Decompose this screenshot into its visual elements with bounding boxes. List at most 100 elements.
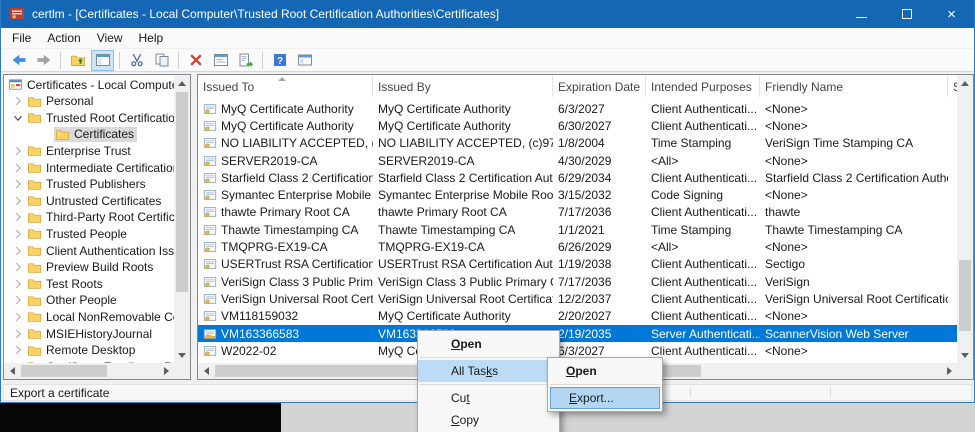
close-button[interactable]: × [929, 0, 974, 28]
menu-action[interactable]: Action [39, 28, 88, 48]
tree-item-client-authentication-issu[interactable]: Client Authentication Issu [4, 242, 190, 259]
scrollbar-thumb[interactable] [21, 365, 107, 377]
back-button[interactable] [7, 50, 30, 71]
scroll-right-arrow[interactable] [158, 363, 174, 379]
cut-button[interactable] [125, 50, 148, 71]
certificate-row-vm118159032[interactable]: VM118159032MyQ Certificate Authority2/20… [198, 308, 958, 325]
tree-item-msiehistoryjournal[interactable]: MSIEHistoryJournal [4, 325, 190, 342]
tree-item-personal[interactable]: Personal [4, 93, 190, 110]
tree-item-label: Personal [46, 94, 93, 108]
scroll-down-arrow[interactable] [174, 347, 190, 363]
menu-item-cut[interactable]: Cut [418, 387, 559, 409]
menu-item-open[interactable]: Open [548, 360, 662, 382]
tree-item-local-nonremovable-cert[interactable]: Local NonRemovable Cert [4, 308, 190, 325]
scroll-right-arrow[interactable] [941, 363, 957, 379]
minimize-button[interactable] [839, 0, 884, 28]
chevron-right-icon[interactable] [10, 292, 26, 308]
certificate-row-tmqprg-ex19-ca[interactable]: TMQPRG-EX19-CATMQPRG-EX19-CA6/26/2029<Al… [198, 238, 958, 255]
cell: Thawte Timestamping CA [198, 221, 373, 238]
menu-view[interactable]: View [89, 28, 131, 48]
certificate-row-thawte-timestamping-ca[interactable]: Thawte Timestamping CAThawte Timestampin… [198, 221, 958, 238]
up-one-level-button[interactable] [66, 50, 89, 71]
chevron-right-icon[interactable] [10, 259, 26, 275]
certificate-row-myq-certificate-authority[interactable]: MyQ Certificate AuthorityMyQ Certificate… [198, 117, 958, 134]
toolbar-separator [262, 52, 263, 69]
menu-item-open[interactable]: Open [418, 333, 559, 355]
tree-item-label: Trusted Publishers [46, 177, 146, 191]
menu-help[interactable]: Help [131, 28, 172, 48]
certificate-row-server2019-ca[interactable]: SERVER2019-CASERVER2019-CA4/30/2029<All>… [198, 152, 958, 169]
tree-item-certificates[interactable]: Certificates [4, 126, 190, 143]
certificate-row-myq-certificate-authority[interactable]: MyQ Certificate AuthorityMyQ Certificate… [198, 100, 958, 117]
tree-item-trusted-people[interactable]: Trusted People [4, 225, 190, 242]
scroll-left-arrow[interactable] [198, 363, 214, 379]
chevron-right-icon[interactable] [10, 143, 26, 159]
menu-item-label: All Tasks [451, 364, 498, 378]
console-tree-button[interactable] [91, 50, 114, 71]
certificate-row-verisign-class-3-public-primary-[interactable]: VeriSign Class 3 Public Primary ...VeriS… [198, 273, 958, 290]
scrollbar-thumb[interactable] [176, 92, 188, 292]
properties-button[interactable] [209, 50, 232, 71]
chevron-right-icon[interactable] [10, 193, 26, 209]
cell-text: Client Authenticati... [651, 102, 757, 116]
tree-horizontal-scrollbar[interactable] [4, 363, 174, 379]
list-vertical-scrollbar[interactable] [957, 75, 973, 363]
column-header-intended-purposes[interactable]: Intended Purposes [646, 75, 760, 97]
menu-item-export-[interactable]: Export... [550, 387, 660, 409]
copy-button[interactable] [150, 50, 173, 71]
tree-item-remote-desktop[interactable]: Remote Desktop [4, 342, 190, 359]
chevron-down-icon[interactable] [10, 110, 26, 126]
certificate-row-no-liability-accepted-c-97-[interactable]: NO LIABILITY ACCEPTED, (c)97 ...NO LIABI… [198, 135, 958, 152]
new-window-button[interactable] [293, 50, 316, 71]
tree-vertical-scrollbar[interactable] [174, 75, 190, 363]
maximize-button[interactable] [884, 0, 929, 28]
certificate-row-symantec-enterprise-mobile-ro-[interactable]: Symantec Enterprise Mobile Ro...Symantec… [198, 187, 958, 204]
chevron-right-icon[interactable] [10, 93, 26, 109]
help-button[interactable]: ? [268, 50, 291, 71]
chevron-right-icon[interactable] [10, 176, 26, 192]
scroll-up-arrow[interactable] [174, 75, 190, 91]
column-header-friendly-name[interactable]: Friendly Name [760, 75, 948, 97]
chevron-right-icon[interactable] [10, 342, 26, 358]
chevron-right-icon[interactable] [10, 209, 26, 225]
chevron-right-icon[interactable] [10, 326, 26, 342]
certificate-row-usertrust-rsa-certification-aut-[interactable]: USERTrust RSA Certification Aut...USERTr… [198, 256, 958, 273]
cell: MyQ Certificate Authority [198, 100, 373, 117]
scroll-up-arrow[interactable] [957, 75, 973, 91]
certificate-row-verisign-universal-root-certific-[interactable]: VeriSign Universal Root Certific...VeriS… [198, 290, 958, 307]
tree-item-other-people[interactable]: Other People [4, 292, 190, 309]
scroll-down-arrow[interactable] [957, 347, 973, 363]
tree-item-certificates-local-computer[interactable]: Certificates - Local Computer [4, 76, 190, 93]
cell: Sectigo [760, 256, 948, 273]
scrollbar-thumb[interactable] [959, 260, 971, 331]
export-list-button[interactable] [234, 50, 257, 71]
column-header-issued-to[interactable]: Issued To [198, 75, 373, 97]
certificate-row-starfield-class-2-certification-a-[interactable]: Starfield Class 2 Certification A...Star… [198, 169, 958, 186]
menu-item-copy[interactable]: Copy [418, 409, 559, 431]
folder-icon [27, 343, 42, 358]
tree-item-enterprise-trust[interactable]: Enterprise Trust [4, 142, 190, 159]
column-header-expiration-date[interactable]: Expiration Date [553, 75, 646, 97]
tree-item-test-roots[interactable]: Test Roots [4, 275, 190, 292]
delete-button[interactable] [184, 50, 207, 71]
tree-item-intermediate-certification[interactable]: Intermediate Certification [4, 159, 190, 176]
forward-button[interactable] [32, 50, 55, 71]
menu-file[interactable]: File [4, 28, 39, 48]
column-header-issued-by[interactable]: Issued By [373, 75, 553, 97]
chevron-right-icon[interactable] [10, 160, 26, 176]
tree-item-trusted-root-certification[interactable]: Trusted Root Certification [4, 109, 190, 126]
chevron-right-icon[interactable] [10, 226, 26, 242]
tree-item-untrusted-certificates[interactable]: Untrusted Certificates [4, 192, 190, 209]
tree-item-trusted-publishers[interactable]: Trusted Publishers [4, 176, 190, 193]
cell: 12/2/2037 [553, 290, 646, 307]
scroll-left-arrow[interactable] [4, 363, 20, 379]
chevron-right-icon[interactable] [10, 309, 26, 325]
tree-item-third-party-root-certifica[interactable]: Third-Party Root Certifica [4, 209, 190, 226]
menu-item-all-tasks[interactable]: All Tasks› [418, 360, 559, 382]
certificate-row-thawte-primary-root-ca[interactable]: thawte Primary Root CAthawte Primary Roo… [198, 204, 958, 221]
certificate-row-vm163366583[interactable]: VM163366583VM1633665832/19/2035Server Au… [198, 325, 958, 342]
chevron-right-icon[interactable] [10, 276, 26, 292]
chevron-right-icon[interactable] [10, 243, 26, 259]
tree-item-preview-build-roots[interactable]: Preview Build Roots [4, 259, 190, 276]
tree-item-label: Trusted Root Certification [46, 111, 182, 125]
